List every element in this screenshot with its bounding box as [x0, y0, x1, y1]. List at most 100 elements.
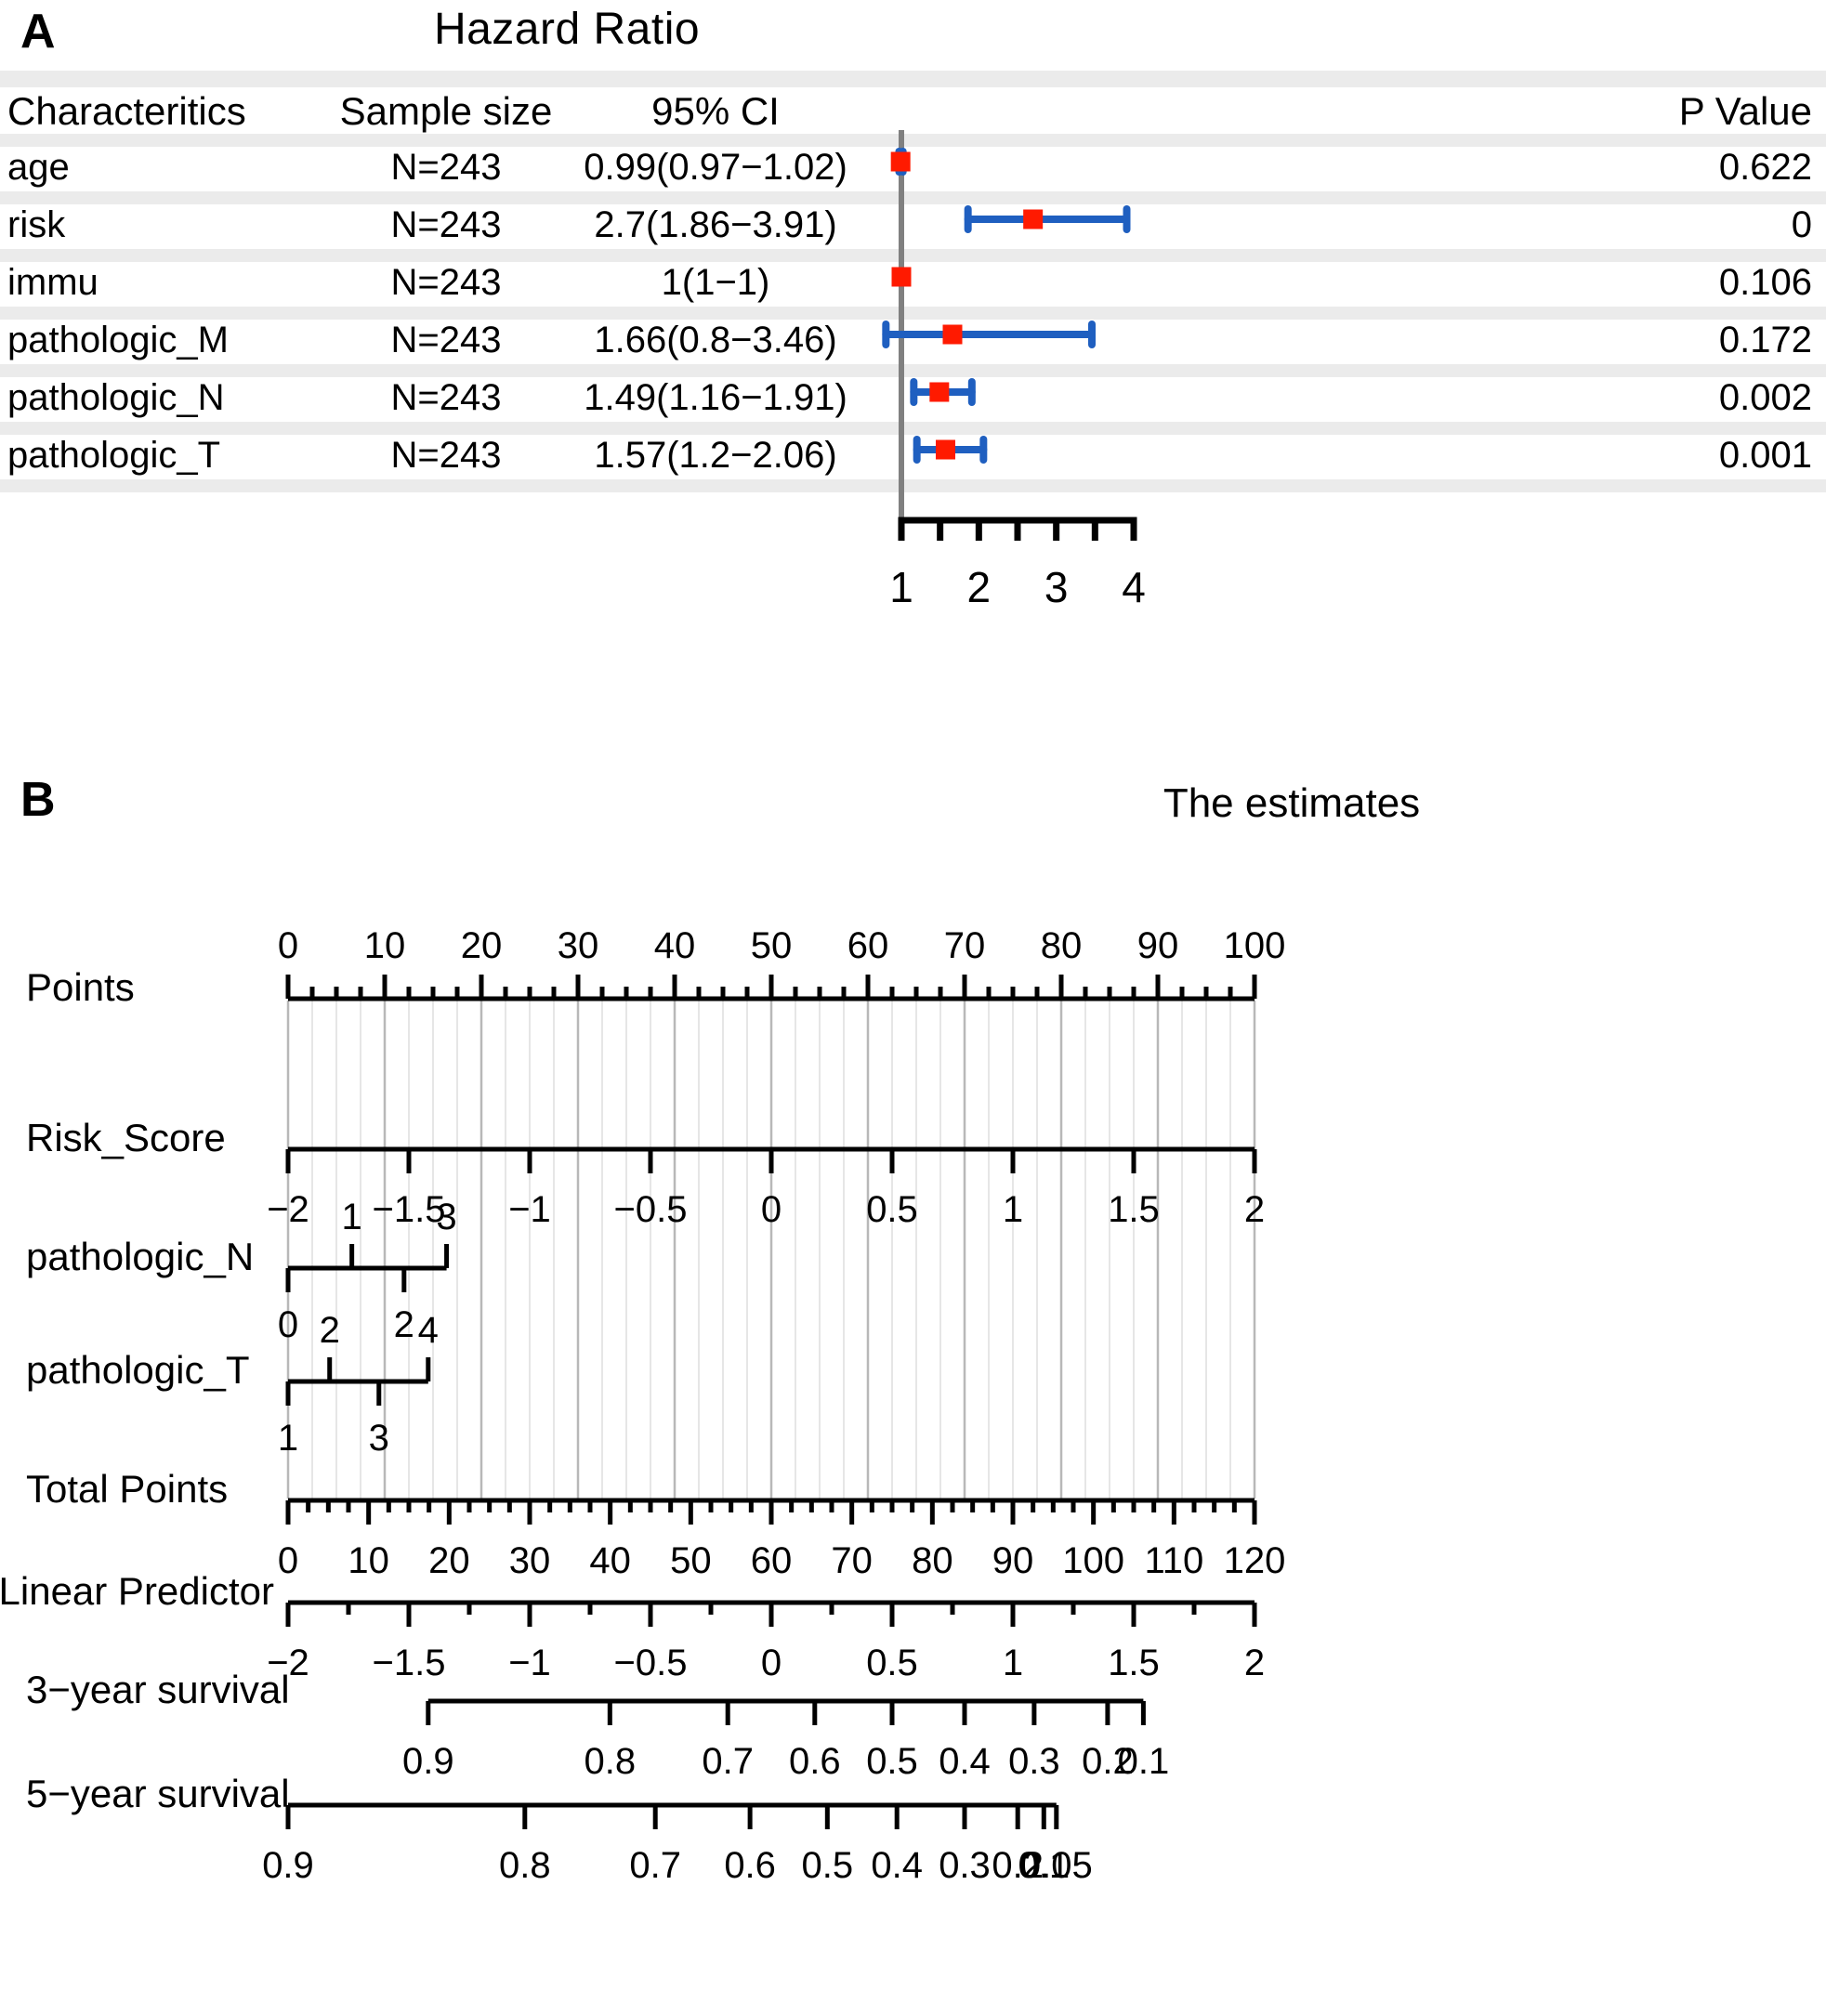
- sample-size-cell: N=243: [390, 147, 502, 188]
- p-value-cell: 0.622: [1718, 147, 1812, 188]
- nomogram-tick-label: −1.5: [373, 1189, 446, 1230]
- nomogram-tick-label: 90: [992, 1540, 1034, 1581]
- nomogram-category-label: 1: [278, 1418, 298, 1459]
- nomogram-survival-label: 0.5: [866, 1741, 918, 1782]
- ci-cell: 1.49(1.16−1.91): [584, 377, 847, 418]
- forest-plot-graphic: 1 2 3 4: [864, 130, 1385, 725]
- nomogram-tick-label: 10: [364, 925, 406, 966]
- point-estimate-marker: [1023, 209, 1044, 229]
- nomogram-row-label: 5−year survival: [26, 1772, 290, 1815]
- sample-size-cell: N=243: [390, 262, 502, 303]
- nomogram-tick-label: 70: [831, 1540, 873, 1581]
- p-value-cell: 0.001: [1718, 435, 1812, 476]
- nomogram-tick-label: 0.5: [866, 1643, 918, 1683]
- nomogram-tick-label: 2: [1244, 1643, 1265, 1683]
- nomogram-tick-label: 0: [761, 1189, 782, 1230]
- nomogram-survival-label: 0.5: [802, 1845, 854, 1886]
- nomogram-row-label: pathologic_N: [26, 1235, 254, 1278]
- forest-marker-group: [964, 205, 1131, 233]
- characteristic-cell: age: [7, 147, 70, 188]
- nomogram-tick-label: 80: [912, 1540, 953, 1581]
- forest-axis-tick-label: 3: [1044, 563, 1069, 611]
- nomogram-tick-label: −1.5: [373, 1643, 446, 1683]
- forest-axis-caption: The estimates: [1163, 780, 1421, 826]
- nomogram-tick-label: 0.5: [866, 1189, 918, 1230]
- nomogram-row-label: pathologic_T: [26, 1348, 250, 1392]
- nomogram-survival-label: 0.9: [402, 1741, 454, 1782]
- point-estimate-marker: [891, 267, 912, 287]
- p-value-cell: 0.002: [1718, 377, 1812, 418]
- nomogram-row-label: 3−year survival: [26, 1668, 290, 1711]
- ci-cell: 0.99(0.97−1.02): [584, 147, 847, 188]
- nomogram-tick-label: −0.5: [614, 1189, 688, 1230]
- sample-size-cell: N=243: [390, 204, 502, 245]
- nomogram-category-label: 3: [369, 1418, 389, 1459]
- nomogram-tick-label: 1: [1003, 1189, 1023, 1230]
- point-estimate-marker: [890, 151, 911, 172]
- nomogram-category-label: 1: [342, 1197, 362, 1237]
- nomogram-tick-label: −1: [508, 1643, 551, 1683]
- nomogram-category-label: 0: [278, 1304, 298, 1345]
- nomogram-tick-label: 0: [761, 1643, 782, 1683]
- panel-a-forest-plot: A Hazard Ratio Characteritics Sample size…: [0, 0, 1826, 850]
- nomogram-survival-label: 0.05: [1020, 1845, 1093, 1886]
- nomogram-tick-label: 40: [654, 925, 696, 966]
- nomogram-survival-label: 0.8: [585, 1741, 637, 1782]
- nomogram-tick-label: 0: [278, 925, 298, 966]
- nomogram-category-label: 4: [418, 1310, 439, 1351]
- nomogram-tick-label: 1: [1003, 1643, 1023, 1683]
- nomogram-tick-label: 60: [751, 1540, 793, 1581]
- point-estimate-marker: [942, 324, 963, 345]
- nomogram-tick-label: −2: [267, 1189, 309, 1230]
- nomogram-tick-label: 120: [1224, 1540, 1286, 1581]
- nomogram-graphic: Points 0 10 20 30 40 50 60 70 80 90 100 Risk_Score −2…: [0, 850, 1826, 2016]
- nomogram-tick-label: 80: [1041, 925, 1083, 966]
- sample-size-cell: N=243: [390, 320, 502, 360]
- nomogram-tick-label: 40: [589, 1540, 631, 1581]
- nomogram-survival-label: 0.7: [702, 1741, 754, 1782]
- nomogram-row-label: Total Points: [26, 1467, 228, 1511]
- nomogram-tick-label: 1.5: [1108, 1643, 1160, 1683]
- characteristic-cell: Characteritics: [7, 89, 246, 133]
- nomogram-tick-label: 20: [461, 925, 503, 966]
- nomogram-survival-label: 0.4: [939, 1741, 991, 1782]
- nomogram-tick-label: 50: [751, 925, 793, 966]
- p-value-cell: 0.106: [1718, 262, 1812, 303]
- p-value-cell: 0.172: [1718, 320, 1812, 360]
- characteristic-cell: pathologic_M: [7, 320, 229, 360]
- nomogram-tick-label: 1.5: [1108, 1189, 1160, 1230]
- hazard-ratio-title: Hazard Ratio: [433, 5, 701, 54]
- nomogram-tick-label: 90: [1137, 925, 1179, 966]
- characteristic-cell: pathologic_N: [7, 377, 225, 418]
- forest-marker-group: [891, 267, 912, 287]
- nomogram-tick-label: 50: [670, 1540, 712, 1581]
- forest-plot-svg: 1 2 3 4: [882, 130, 1146, 611]
- nomogram-survival-label: 0.4: [871, 1845, 923, 1886]
- nomogram-survival-label: 0.1: [1118, 1741, 1170, 1782]
- nomogram-category-label: 2: [394, 1304, 414, 1345]
- nomogram-tick-label: 110: [1144, 1540, 1203, 1581]
- nomogram-category-label: 3: [436, 1197, 456, 1237]
- characteristic-cell: risk: [7, 204, 66, 245]
- panel-b-nomogram: B Points 0 10 20 30 40 50 60 70 80 90 100 Risk_Score…: [0, 776, 1826, 2016]
- forest-marker-group: [913, 436, 988, 464]
- forest-axis-tick-label: 2: [967, 563, 992, 611]
- nomogram-svg: Points0 10 20 30 40 50 60 70 80 90 100Risk_Score−2…: [0, 925, 1286, 1886]
- ci-cell: 1(1−1): [661, 262, 770, 303]
- point-estimate-marker: [936, 439, 955, 460]
- ci-cell: 1.57(1.2−2.06): [594, 435, 837, 476]
- panel-b-letter: B: [20, 773, 56, 827]
- nomogram-survival-label: 0.3: [939, 1845, 991, 1886]
- ci-cell: 2.7(1.86−3.91): [594, 204, 837, 245]
- p-value-cell: P Value: [1678, 89, 1812, 133]
- forest-marker-group: [910, 378, 976, 406]
- sample-size-cell: Sample size: [339, 89, 553, 133]
- forest-axis-tick-label: 1: [889, 563, 913, 611]
- nomogram-row-label: Points: [26, 965, 135, 1009]
- sample-size-cell: N=243: [390, 435, 502, 476]
- nomogram-survival-label: 0.9: [262, 1845, 314, 1886]
- forest-marker-group: [882, 321, 1096, 348]
- nomogram-tick-label: −1: [508, 1189, 551, 1230]
- nomogram-survival-label: 0.6: [724, 1845, 776, 1886]
- table-stripe: [0, 71, 1826, 87]
